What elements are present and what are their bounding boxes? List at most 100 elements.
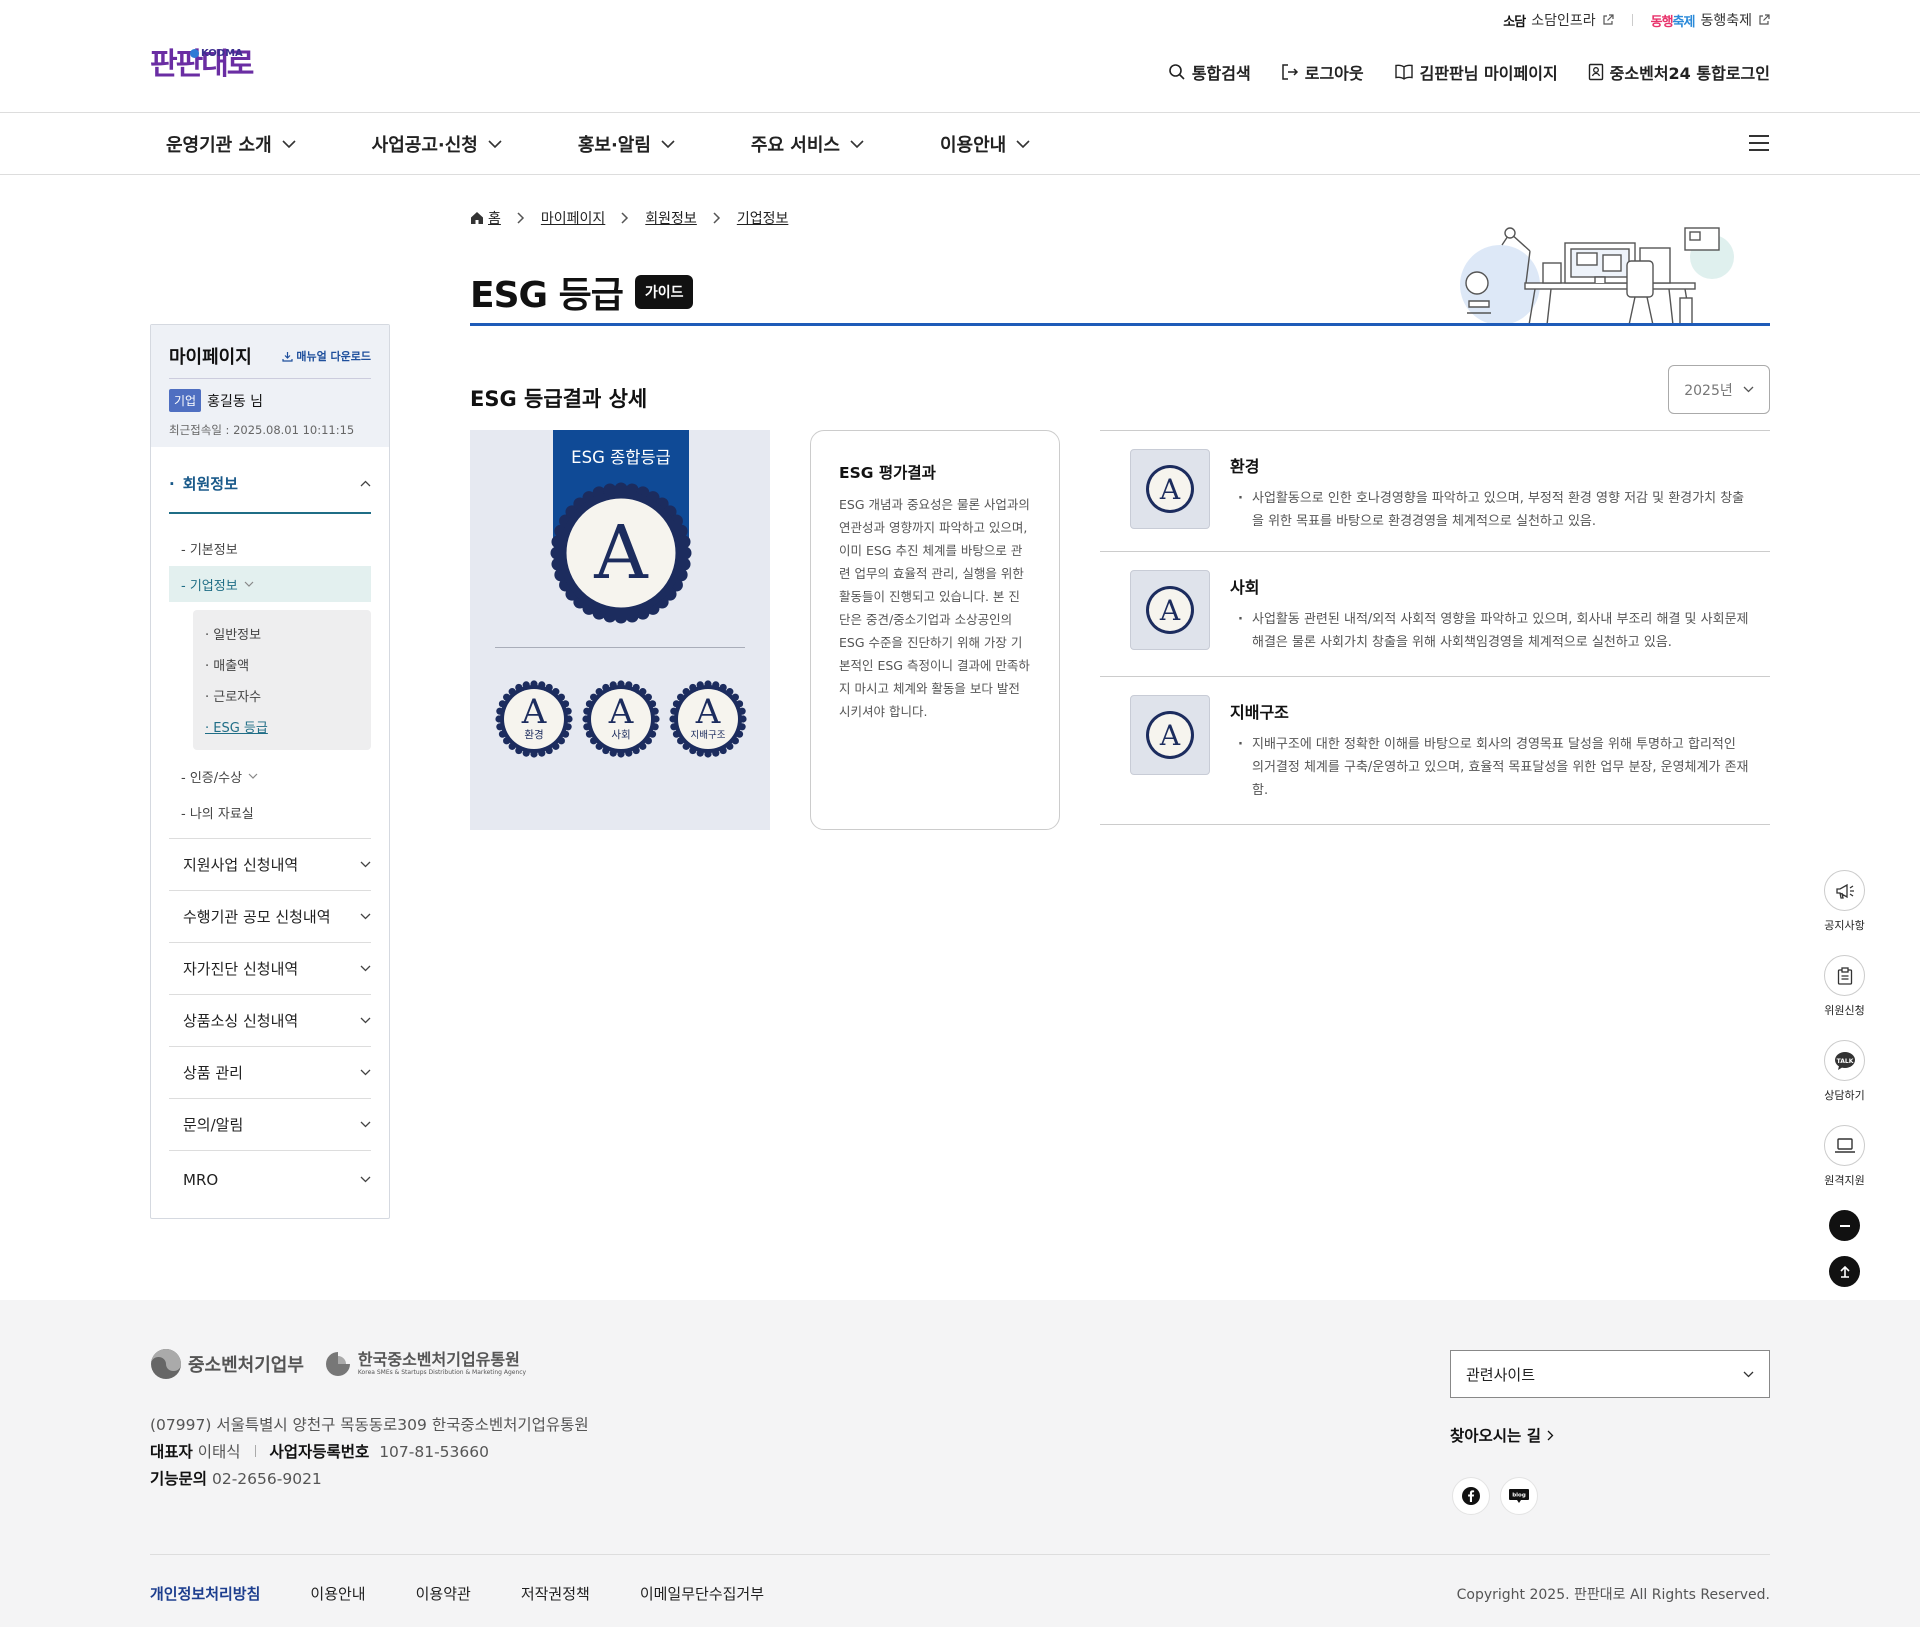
quick-remote[interactable]: 원격지원 [1822, 1125, 1867, 1188]
logout-button[interactable]: 로그아웃 [1281, 60, 1364, 84]
overall-grade-svg: A [550, 482, 692, 624]
nav-services[interactable]: 주요 서비스 [735, 131, 864, 157]
sidebar-sub-basic-label: - 기본정보 [181, 542, 238, 558]
sidebar-sub-company-label: - 기업정보 [181, 578, 238, 594]
directions-link[interactable]: 찾아오시는 길 [1450, 1424, 1554, 1446]
grade-row-environment: A 환경사업활동으로 인한 호나경영향을 파악하고 있으며, 부정적 환경 영향… [1100, 431, 1770, 552]
sodam-link[interactable]: 소담 소담인프라 [1503, 10, 1614, 30]
search-icon [1168, 63, 1186, 81]
sso-login-button[interactable]: 중소벤처24 통합로그인 [1588, 60, 1770, 84]
breadcrumb-mypage[interactable]: 마이페이지 [541, 208, 605, 228]
nav-promo[interactable]: 홍보·알림 [562, 131, 675, 157]
sidebar-item-contest[interactable]: 수행기관 공모 신청내역 [169, 890, 371, 942]
mypage-label: 김판판님 마이페이지 [1419, 64, 1558, 83]
footer-biz-label: 사업자등록번호 [269, 1443, 370, 1461]
chevron-down-icon [850, 139, 864, 149]
footer-tel: 02-2656-9021 [211, 1470, 322, 1488]
sub-grade-letter: A [695, 692, 721, 732]
megaphone-icon [1824, 870, 1865, 911]
sns-links: blog [1452, 1477, 1538, 1515]
download-icon [282, 351, 293, 362]
sidebar-profile: 마이페이지 매뉴얼 다운로드 기업 홍길동 님 최근접속일 : 2025.08.… [151, 325, 389, 447]
nav-about[interactable]: 운영기관 소개 [150, 131, 296, 157]
sidebar-subsub-esg[interactable]: · ESG 등급 [205, 711, 359, 742]
copyright: Copyright 2025. 판판대로 All Rights Reserved… [1456, 1587, 1770, 1603]
sub-grade-label: 사회 [611, 729, 630, 741]
chevron-down-icon [1016, 139, 1030, 149]
nav-business[interactable]: 사업공고·신청 [356, 131, 502, 157]
guide-button[interactable]: 가이드 [634, 275, 694, 309]
sidebar-item-member[interactable]: 회원정보 [169, 473, 371, 514]
page-title: ESG 등급 [470, 275, 624, 316]
overall-grade-badge: A [548, 480, 694, 626]
blog-link[interactable]: blog [1500, 1477, 1538, 1515]
sidebar-item-mro[interactable]: MRO [169, 1150, 371, 1208]
donghaeng-logo-b: 축제 [1672, 14, 1696, 30]
zoom-out-button[interactable] [1829, 1210, 1860, 1241]
sidebar-item-label: 자가진단 신청내역 [183, 960, 299, 978]
sidebar-sub-cert[interactable]: - 인증/수상 [169, 758, 371, 794]
quick-consult[interactable]: TALK 상담하기 [1822, 1040, 1867, 1103]
donghaeng-link[interactable]: 동행축제 동행축제 [1651, 10, 1770, 30]
grade-row-desc: 지배구조에 대한 정확한 이해를 바탕으로 회사의 경영목표 달성을 위해 투명… [1230, 733, 1750, 802]
sidebar-item-inquiry[interactable]: 문의/알림 [169, 1098, 371, 1150]
quick-remote-label: 원격지원 [1824, 1174, 1865, 1187]
scroll-top-button[interactable] [1829, 1256, 1860, 1287]
footer-divider [150, 1554, 1770, 1555]
quick-committee[interactable]: 위원신청 [1822, 955, 1867, 1018]
breadcrumb-member[interactable]: 회원정보 [645, 208, 697, 228]
sidebar-sub-company[interactable]: - 기업정보 [169, 566, 371, 602]
copyright-policy-link[interactable]: 저작권정책 [521, 1583, 590, 1604]
manual-download-button[interactable]: 매뉴얼 다운로드 [282, 348, 371, 364]
sidebar-sub-basic[interactable]: - 기본정보 [169, 530, 371, 566]
id-card-icon [1588, 63, 1604, 81]
quick-notice[interactable]: 공지사항 [1822, 870, 1867, 933]
sidebar-subsub-workers[interactable]: · 근로자수 [205, 680, 359, 711]
related-sites-select[interactable]: 관련사이트 [1450, 1350, 1770, 1398]
footer-ceo: 이태식 [197, 1443, 241, 1461]
footer-address: (07997) 서울특별시 양천구 목동동로309 한국중소벤처기업유통원 [150, 1416, 589, 1434]
year-select[interactable]: 2025년 [1668, 365, 1770, 414]
breadcrumb-home[interactable]: 홈 [470, 208, 501, 228]
search-label: 통합검색 [1191, 64, 1251, 83]
hamburger-menu-icon[interactable] [1748, 134, 1770, 152]
sidebar-sub-archive[interactable]: - 나의 자료실 [169, 794, 371, 830]
chevron-down-icon [360, 913, 371, 920]
kodma-footer-logo: 한국중소벤처기업유통원 Korea SMEs & Startups Distri… [324, 1350, 526, 1378]
usage-guide-link[interactable]: 이용안내 [310, 1583, 365, 1604]
divider [1631, 14, 1633, 26]
ribbon-label: ESG 종합등급 [571, 448, 671, 467]
sidebar-item-support[interactable]: 지원사업 신청내역 [169, 838, 371, 890]
sidebar-subsub-general[interactable]: · 일반정보 [205, 618, 359, 649]
kodma-text: KODMA [201, 48, 243, 59]
directions-label: 찾아오시는 길 [1450, 1427, 1541, 1445]
privacy-policy-link[interactable]: 개인정보처리방침 [150, 1583, 260, 1604]
page-title-wrap: ESG 등급 가이드 [470, 266, 694, 318]
sidebar-item-products[interactable]: 상품 관리 [169, 1046, 371, 1098]
sidebar-sub-archive-label: - 나의 자료실 [181, 806, 254, 822]
external-link-icon [1602, 14, 1614, 26]
email-refusal-link[interactable]: 이메일무단수집거부 [640, 1583, 764, 1604]
sidebar-item-sourcing[interactable]: 상품소싱 신청내역 [169, 994, 371, 1046]
sidebar-item-selfdiag[interactable]: 자가진단 신청내역 [169, 942, 371, 994]
sub-grade-letter: A [521, 692, 547, 732]
breadcrumb-company[interactable]: 기업정보 [737, 208, 789, 228]
facebook-link[interactable] [1452, 1477, 1490, 1515]
site-logo[interactable]: KODMA 판판대로 [150, 48, 254, 80]
nav-guide[interactable]: 이용안내 [924, 131, 1030, 157]
section-title: ESG 등급결과 상세 [470, 387, 648, 411]
breadcrumb-home-label: 홈 [488, 211, 501, 227]
search-button[interactable]: 통합검색 [1168, 60, 1251, 84]
chevron-down-icon [360, 1121, 371, 1128]
mypage-button[interactable]: 김판판님 마이페이지 [1394, 60, 1558, 84]
terms-link[interactable]: 이용약관 [416, 1583, 471, 1604]
chevron-right-icon [713, 212, 721, 224]
main-nav: 운영기관 소개 사업공고·신청 홍보·알림 주요 서비스 이용안내 [150, 113, 1090, 175]
grade-letter: A [1159, 473, 1181, 506]
sidebar-item-label: 상품 관리 [183, 1064, 243, 1082]
footer-tel-label: 기능문의 [150, 1470, 208, 1488]
sidebar-subsub-sales[interactable]: · 매출액 [205, 649, 359, 680]
evaluation-title: ESG 평가결과 [839, 464, 936, 482]
sidebar-title: 마이페이지 [169, 347, 252, 368]
facebook-icon [1462, 1487, 1480, 1505]
